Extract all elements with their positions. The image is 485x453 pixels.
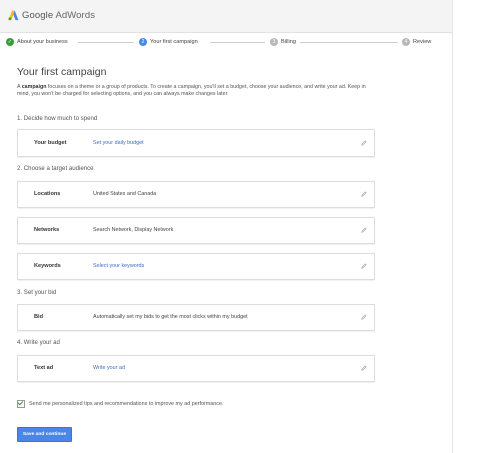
step-first-campaign[interactable]: 2 Your first campaign — [139, 38, 198, 46]
row-label: Locations — [34, 191, 61, 197]
step-number-badge: 2 — [139, 38, 147, 46]
row-label: Networks — [34, 227, 60, 233]
step-number-badge: 3 — [270, 38, 278, 46]
step-label: Billing — [281, 39, 296, 45]
logo-product: AdWords — [55, 10, 96, 21]
step-review[interactable]: 4 Review — [402, 38, 431, 46]
top-bar: Google AdWords — [0, 0, 452, 33]
keywords-row[interactable]: Keywords Select your keywords — [17, 253, 375, 280]
logo-brand: Google — [22, 10, 54, 21]
campaign-intro: Your first campaign A campaign focuses o… — [17, 66, 377, 99]
edit-pencil-icon[interactable] — [361, 263, 367, 269]
step-complete-icon: ✓ — [6, 38, 14, 46]
intro-text: A campaign focuses on a theme or a group… — [17, 84, 375, 99]
step-about-business[interactable]: ✓ About your business — [6, 38, 68, 46]
bid-row[interactable]: Bid Automatically set my bids to get the… — [17, 304, 375, 331]
section-heading-audience: 2. Choose a target audience — [17, 165, 94, 172]
networks-row[interactable]: Networks Search Network, Display Network — [17, 217, 375, 244]
intro-bold-term: campaign — [21, 84, 47, 90]
save-and-continue-button[interactable]: Save and continue — [17, 427, 72, 442]
edit-pencil-icon[interactable] — [361, 365, 367, 371]
locations-row[interactable]: Locations United States and Canada — [17, 181, 375, 208]
edit-pencil-icon[interactable] — [361, 191, 367, 197]
row-label: Text ad — [34, 365, 54, 371]
progress-stepper: ✓ About your business 2 Your first campa… — [0, 34, 452, 52]
tips-checkbox-label: Send me personalized tips and recommenda… — [29, 401, 224, 407]
stepper-connector — [78, 42, 134, 43]
section-heading-bid: 3. Set your bid — [17, 289, 57, 296]
step-number-badge: 4 — [402, 38, 410, 46]
tips-checkbox[interactable] — [17, 400, 25, 408]
edit-pencil-icon[interactable] — [361, 314, 367, 320]
select-keywords-link[interactable]: Select your keywords — [93, 263, 144, 269]
tips-opt-in[interactable]: Send me personalized tips and recommenda… — [17, 400, 223, 408]
text-ad-row[interactable]: Text ad Write your ad — [17, 355, 375, 382]
row-value: Automatically set my bids to get the mos… — [93, 314, 248, 320]
section-heading-budget: 1. Decide how much to spend — [17, 115, 98, 122]
row-value: United States and Canada — [93, 191, 157, 197]
adwords-window: Google AdWords ✓ About your business 2 Y… — [0, 0, 453, 453]
adwords-logo[interactable]: Google AdWords — [8, 10, 95, 21]
step-label: About your business — [17, 39, 68, 45]
logo-text: Google AdWords — [22, 10, 95, 21]
step-label: Review — [413, 39, 432, 45]
row-label: Your budget — [34, 140, 67, 146]
row-label: Keywords — [34, 263, 61, 269]
step-label: Your first campaign — [150, 39, 198, 45]
row-value: Search Network, Display Network — [93, 227, 174, 233]
step-billing[interactable]: 3 Billing — [270, 38, 296, 46]
page-title: Your first campaign — [17, 66, 107, 78]
budget-row[interactable]: Your budget Set your daily budget — [17, 129, 375, 157]
edit-pencil-icon[interactable] — [361, 227, 367, 233]
stepper-connector — [300, 42, 398, 43]
section-heading-ad: 4. Write your ad — [17, 339, 60, 346]
intro-rest: focuses on a theme or a group of product… — [17, 84, 366, 98]
adwords-logo-icon — [8, 10, 19, 21]
stepper-connector — [210, 42, 265, 43]
edit-pencil-icon[interactable] — [361, 140, 367, 146]
row-label: Bid — [34, 314, 44, 320]
set-daily-budget-link[interactable]: Set your daily budget — [93, 140, 144, 146]
write-ad-link[interactable]: Write your ad — [93, 365, 125, 371]
